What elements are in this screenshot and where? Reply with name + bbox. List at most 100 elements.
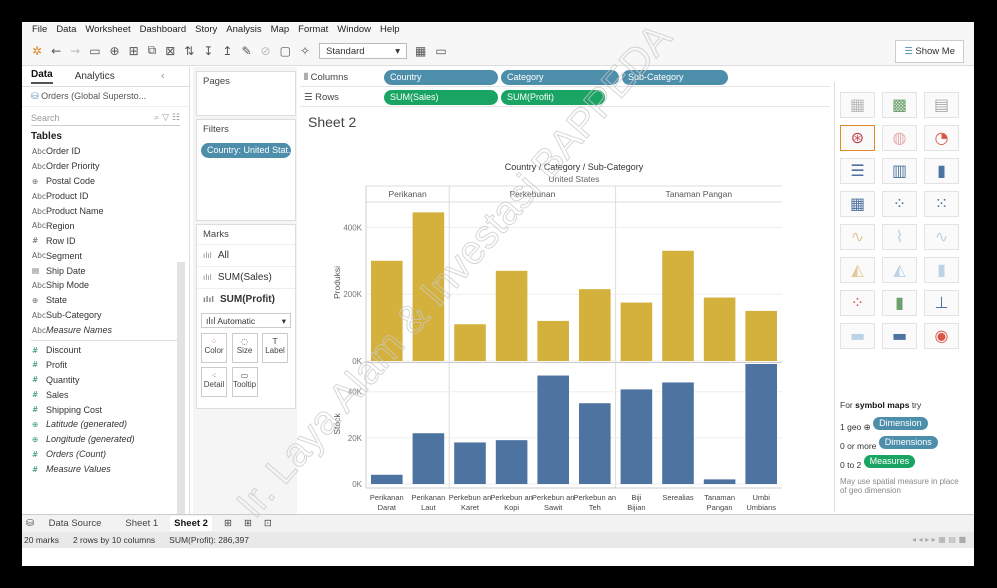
circle-views-icon[interactable]: ⁘: [882, 191, 917, 217]
row-pill-profit[interactable]: SUM(Profit): [501, 90, 605, 105]
sheet-navigation-icons[interactable]: ◂ ◂ ▸ ▸ ▦ ▤ ■: [912, 535, 966, 544]
field-item[interactable]: Abc Sub-Category: [22, 308, 189, 323]
marks-row-all[interactable]: ılıl All: [197, 244, 295, 266]
highlight-icon[interactable]: ✎: [241, 44, 251, 58]
line-discrete-icon[interactable]: ⌇: [882, 224, 917, 250]
field-item[interactable]: ⊕ Postal Code: [22, 174, 189, 189]
duplicate-icon[interactable]: ⧉: [148, 43, 157, 58]
menu-data[interactable]: Data: [56, 24, 76, 35]
tab-sheet-1[interactable]: Sheet 1: [125, 518, 158, 529]
new-data-source-icon[interactable]: ⊕: [110, 44, 120, 58]
symbol-map-icon[interactable]: ⊛: [840, 125, 875, 151]
pages-card[interactable]: Pages: [196, 71, 296, 116]
field-item[interactable]: Abc Measure Names: [22, 323, 189, 338]
presentation-mode-icon[interactable]: ▭: [435, 44, 446, 58]
back-icon[interactable]: ←: [51, 44, 61, 58]
column-pill-sub-category[interactable]: Sub-Category: [622, 70, 728, 85]
filled-map-icon[interactable]: ◍: [882, 125, 917, 151]
tab-data[interactable]: Data: [31, 69, 53, 84]
field-item[interactable]: Abc Segment: [22, 248, 189, 263]
field-item[interactable]: # Sales: [22, 387, 189, 402]
field-item[interactable]: Abc Ship Mode: [22, 278, 189, 293]
field-item[interactable]: ▤ Ship Date: [22, 263, 189, 278]
columns-shelf[interactable]: ⫴ Columns Country Category Sub-Category: [300, 68, 830, 87]
forward-icon[interactable]: →: [70, 44, 80, 58]
new-story-icon[interactable]: ⊡: [264, 518, 272, 529]
scrollbar[interactable]: [177, 262, 185, 522]
new-worksheet-icon[interactable]: ⊞: [224, 518, 232, 529]
dual-combination-icon[interactable]: ▮: [924, 257, 959, 283]
row-pill-sales[interactable]: SUM(Sales): [384, 90, 498, 105]
size-button[interactable]: ◌ Size: [231, 333, 258, 363]
filters-card[interactable]: Filters Country: United Stat..: [196, 119, 296, 221]
field-item[interactable]: # Shipping Cost: [22, 402, 189, 417]
pin-icon[interactable]: ✧: [300, 44, 310, 58]
scatter-plot-icon[interactable]: ⁘: [840, 290, 875, 316]
menu-worksheet[interactable]: Worksheet: [85, 24, 130, 35]
label-icon[interactable]: ▢: [280, 44, 291, 58]
color-button[interactable]: ⁘ Color: [201, 333, 227, 363]
show-me-button[interactable]: ☰ Show Me: [895, 40, 964, 63]
field-item[interactable]: Abc Order ID: [22, 144, 189, 159]
data-source-item[interactable]: ⛁ Orders (Global Supersto...: [22, 87, 189, 107]
column-pill-country[interactable]: Country: [384, 70, 498, 85]
new-worksheet-icon[interactable]: ⊞: [129, 44, 139, 58]
menu-story[interactable]: Story: [195, 24, 217, 35]
label-button[interactable]: T Label: [262, 333, 289, 363]
field-item[interactable]: # Discount: [22, 343, 189, 358]
column-pill-category[interactable]: Category: [501, 70, 619, 85]
tooltip-button[interactable]: ▭ Tooltip: [231, 367, 258, 397]
stacked-bars-icon[interactable]: ▥: [882, 158, 917, 184]
swap-icon[interactable]: ⇅: [184, 44, 194, 58]
field-item[interactable]: ⊕ State: [22, 293, 189, 308]
new-dashboard-icon[interactable]: ⊞: [244, 518, 252, 529]
gantt-chart-icon[interactable]: ▬: [840, 323, 875, 349]
sort-descending-icon[interactable]: ↥: [222, 44, 232, 58]
fit-select[interactable]: Standard ▾: [319, 42, 408, 59]
search-filter-icons[interactable]: ⌕ ▽ ☷: [154, 113, 180, 123]
tableau-logo-icon[interactable]: ✲: [32, 44, 42, 58]
field-item[interactable]: Abc Order Priority: [22, 159, 189, 174]
menu-file[interactable]: File: [32, 24, 47, 35]
box-whisker-icon[interactable]: ⊥: [924, 290, 959, 316]
horizontal-bars-icon[interactable]: ☰: [840, 158, 875, 184]
field-item[interactable]: # Measure Values: [22, 462, 189, 477]
save-icon[interactable]: ▭: [89, 44, 100, 58]
side-by-side-circles-icon[interactable]: ⁙: [924, 191, 959, 217]
field-item[interactable]: ⊕ Latitude (generated): [22, 417, 189, 432]
rows-shelf[interactable]: ☰ Rows SUM(Sales) SUM(Profit): [300, 88, 830, 107]
menu-help[interactable]: Help: [380, 24, 400, 35]
area-discrete-icon[interactable]: ◭: [882, 257, 917, 283]
menu-format[interactable]: Format: [298, 24, 328, 35]
sort-ascending-icon[interactable]: ↧: [203, 44, 213, 58]
field-item[interactable]: Abc Product Name: [22, 204, 189, 219]
field-item[interactable]: # Orders (Count): [22, 447, 189, 462]
marks-row-sales[interactable]: ılıl SUM(Sales): [197, 266, 295, 288]
menu-analysis[interactable]: Analysis: [226, 24, 261, 35]
search-field[interactable]: Search ⌕ ▽ ☷: [31, 113, 180, 126]
heat-map-icon[interactable]: ▩: [882, 92, 917, 118]
pie-chart-icon[interactable]: ◔: [924, 125, 959, 151]
field-item[interactable]: # Profit: [22, 357, 189, 372]
bullet-graph-icon[interactable]: ▬: [882, 323, 917, 349]
treemap-icon[interactable]: ▦: [840, 191, 875, 217]
highlight-table-icon[interactable]: ▤: [924, 92, 959, 118]
field-item[interactable]: Abc Product ID: [22, 189, 189, 204]
filter-pill-country[interactable]: Country: United Stat..: [201, 143, 291, 158]
clear-sheet-icon[interactable]: ⊠: [165, 44, 175, 58]
text-table-icon[interactable]: ▦: [840, 92, 875, 118]
mark-type-select[interactable]: ılıl Automatic ▾: [201, 313, 291, 328]
menu-dashboard[interactable]: Dashboard: [140, 24, 186, 35]
histogram-icon[interactable]: ▮: [882, 290, 917, 316]
tab-analytics[interactable]: Analytics: [75, 71, 115, 82]
field-item[interactable]: Abc Region: [22, 218, 189, 233]
show-hide-cards-icon[interactable]: ▦: [415, 44, 426, 58]
menu-window[interactable]: Window: [337, 24, 371, 35]
marks-row-profit[interactable]: ılıl SUM(Profit): [197, 288, 295, 310]
tab-data-source[interactable]: ⛁ Data Source: [26, 518, 113, 529]
field-item[interactable]: # Quantity: [22, 372, 189, 387]
menu-map[interactable]: Map: [271, 24, 289, 35]
side-by-side-bars-icon[interactable]: ▮: [924, 158, 959, 184]
dual-line-icon[interactable]: ∿: [924, 224, 959, 250]
line-continuous-icon[interactable]: ∿: [840, 224, 875, 250]
